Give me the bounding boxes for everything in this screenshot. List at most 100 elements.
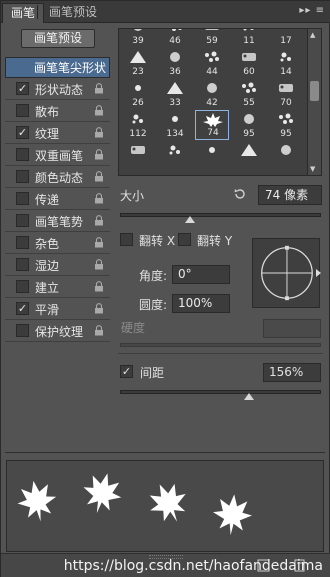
brush-option-item[interactable]: 杂色 xyxy=(5,232,110,254)
brush-option-item[interactable]: ✓ 平滑 xyxy=(5,298,110,320)
lock-icon[interactable] xyxy=(94,281,104,292)
brush-tip-cell[interactable]: 134 xyxy=(158,110,192,140)
option-checkbox[interactable] xyxy=(16,236,29,249)
size-input[interactable]: 74 像素 xyxy=(258,185,322,205)
leaf-stroke-1 xyxy=(17,480,57,522)
option-checkbox[interactable] xyxy=(16,170,29,183)
brush-tip-thumbnail xyxy=(130,51,146,63)
brush-tip-thumbnail xyxy=(280,52,291,62)
option-checkbox[interactable] xyxy=(16,192,29,205)
brush-tip-cell[interactable]: 74 xyxy=(195,110,229,140)
lock-icon[interactable] xyxy=(94,83,104,94)
flip-y-label: 翻转 Y xyxy=(197,234,233,248)
brush-tip-thumbnail xyxy=(279,113,293,124)
preview-divider xyxy=(5,452,325,453)
brush-tip-size: 33 xyxy=(169,98,181,108)
lock-icon[interactable] xyxy=(94,127,104,138)
option-checkbox[interactable] xyxy=(16,280,29,293)
option-checkbox[interactable]: ✓ xyxy=(16,82,29,95)
lock-icon[interactable] xyxy=(94,215,104,226)
brush-tip-size: 14 xyxy=(280,67,292,77)
option-checkbox[interactable]: ✓ xyxy=(16,126,29,139)
brush-tip-cell[interactable]: 59 xyxy=(195,29,229,47)
brush-tip-size: 17 xyxy=(280,36,292,46)
brush-tip-cell[interactable]: 55 xyxy=(232,79,266,109)
brush-option-item[interactable]: ✓ 形状动态 xyxy=(5,78,110,100)
spacing-input[interactable]: 156% xyxy=(263,363,321,382)
angle-input[interactable]: 0° xyxy=(172,265,230,284)
option-checkbox[interactable]: ✓ xyxy=(16,302,29,315)
brush-presets-button[interactable]: 画笔预设 xyxy=(21,29,95,48)
brush-tip-cell[interactable] xyxy=(195,141,229,171)
brush-tip-cell[interactable]: 95 xyxy=(269,110,303,140)
brush-option-item[interactable]: 建立 xyxy=(5,276,110,298)
flip-y-checkbox[interactable] xyxy=(178,233,191,246)
brush-option-item[interactable]: 散布 xyxy=(5,100,110,122)
brush-tip-cell[interactable]: 70 xyxy=(269,79,303,109)
option-label: 湿边 xyxy=(35,259,60,273)
brush-tip-thumbnail xyxy=(243,29,254,31)
brush-tip-cell[interactable]: 95 xyxy=(232,110,266,140)
grid-scrollbar[interactable]: ▲ ▼ xyxy=(307,29,321,175)
brush-tip-cell[interactable]: 23 xyxy=(121,48,155,78)
lock-icon[interactable] xyxy=(94,325,104,336)
angle-roundness-widget[interactable] xyxy=(252,238,320,308)
flyout-menu-icon[interactable]: ▸▸ ≡ xyxy=(299,5,325,16)
option-checkbox[interactable] xyxy=(16,104,29,117)
lock-icon[interactable] xyxy=(94,149,104,160)
brush-tip-cell[interactable]: 44 xyxy=(195,48,229,78)
brush-tip-cell[interactable] xyxy=(121,141,155,171)
brush-tip-cell[interactable]: 42 xyxy=(195,79,229,109)
lock-icon[interactable] xyxy=(94,171,104,182)
brush-tip-shape-item[interactable]: 画笔笔尖形状 xyxy=(5,57,110,78)
brush-tip-cell[interactable]: 14 xyxy=(269,48,303,78)
lock-icon[interactable] xyxy=(94,237,104,248)
scroll-thumb[interactable] xyxy=(310,81,319,101)
brush-option-item[interactable]: 传递 xyxy=(5,188,110,210)
brush-option-item[interactable]: 双重画笔 xyxy=(5,144,110,166)
tab-brush-presets[interactable]: 画笔预设 xyxy=(41,3,105,23)
brush-option-item[interactable]: 保护纹理 xyxy=(5,320,110,342)
lock-icon[interactable] xyxy=(94,105,104,116)
spacing-slider-thumb[interactable] xyxy=(243,393,254,400)
brush-tip-cell[interactable]: 46 xyxy=(158,29,192,47)
brush-option-item[interactable]: 湿边 xyxy=(5,254,110,276)
option-label: 形状动态 xyxy=(35,83,84,97)
scroll-up-icon[interactable]: ▲ xyxy=(310,31,315,39)
lock-icon[interactable] xyxy=(94,193,104,204)
brush-tip-cell[interactable]: 112 xyxy=(121,110,155,140)
brush-panel: 画笔 画笔预设 ▸▸ ≡ 画笔预设 画笔笔尖形状 ✓ 形状动态 散布 ✓ 纹理 双重画笔颜… xyxy=(0,0,330,577)
brush-tip-thumbnail xyxy=(241,144,257,156)
option-checkbox[interactable] xyxy=(16,258,29,271)
size-slider-track[interactable] xyxy=(120,213,321,217)
brush-tip-cell[interactable]: 11 xyxy=(232,29,266,47)
brush-tip-cell[interactable]: 33 xyxy=(158,79,192,109)
scroll-down-icon[interactable]: ▼ xyxy=(310,165,315,173)
spacing-checkbox[interactable]: ✓ xyxy=(120,365,133,378)
size-slider-thumb[interactable] xyxy=(185,216,196,223)
flip-x-checkbox[interactable] xyxy=(120,233,133,246)
brush-tip-cell[interactable]: 60 xyxy=(232,48,266,78)
brush-tip-thumbnail xyxy=(134,29,142,31)
brush-tip-cell[interactable]: 26 xyxy=(121,79,155,109)
option-checkbox[interactable] xyxy=(16,214,29,227)
lock-icon[interactable] xyxy=(94,303,104,314)
brush-tip-cell[interactable]: 36 xyxy=(158,48,192,78)
brush-option-item[interactable]: 颜色动态 xyxy=(5,166,110,188)
brush-tip-cell[interactable]: 17 xyxy=(269,29,303,47)
angle-handle-icon[interactable] xyxy=(316,269,321,277)
brush-tip-cell[interactable]: 39 xyxy=(121,29,155,47)
brush-option-item[interactable]: 画笔笔势 xyxy=(5,210,110,232)
roundness-input[interactable]: 100% xyxy=(172,294,230,313)
brush-tip-cell[interactable] xyxy=(269,141,303,171)
brush-tip-cell[interactable] xyxy=(232,141,266,171)
brush-tip-thumbnail xyxy=(169,145,180,155)
brush-tip-cell[interactable] xyxy=(158,141,192,171)
lock-icon[interactable] xyxy=(94,259,104,270)
brush-option-item[interactable]: ✓ 纹理 xyxy=(5,122,110,144)
spacing-slider-track[interactable] xyxy=(120,390,321,394)
option-checkbox[interactable] xyxy=(16,324,29,337)
brush-tip-grid[interactable]: 39 46 59 11 17 23 36 44 60 14 26 33 42 55 70 112 134 74 95… xyxy=(118,28,322,176)
reset-icon[interactable] xyxy=(233,187,247,201)
option-checkbox[interactable] xyxy=(16,148,29,161)
